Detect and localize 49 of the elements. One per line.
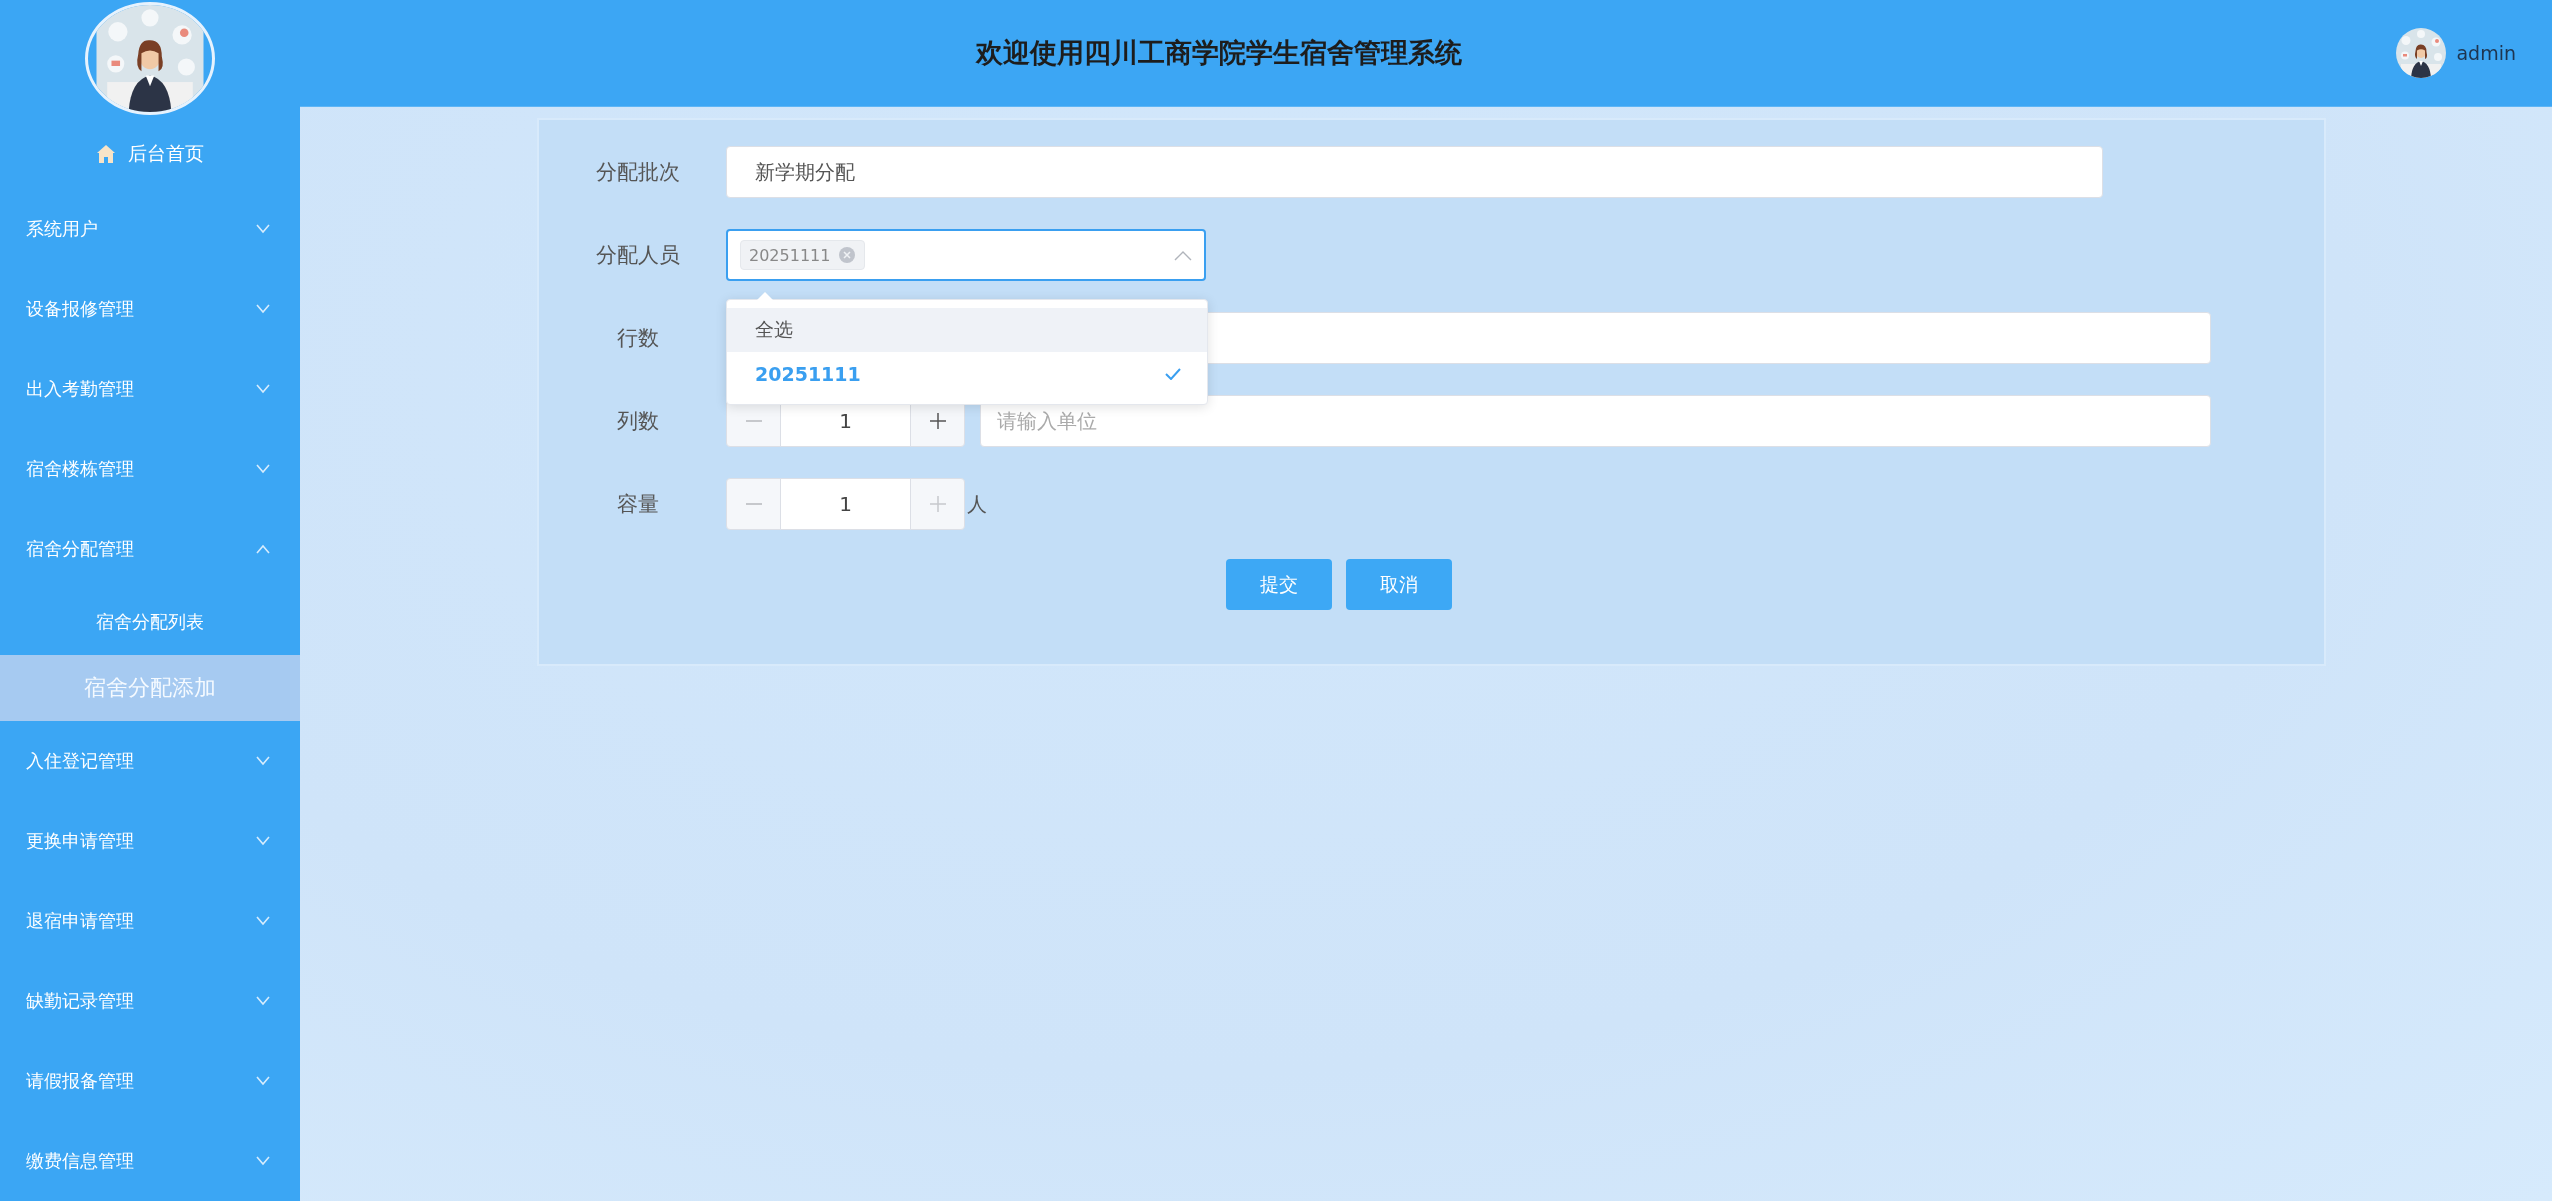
menu-item[interactable]: 宿舍分配管理 [0, 509, 300, 589]
check-icon [1165, 368, 1181, 380]
chevron-down-icon [256, 304, 270, 314]
chevron-down-icon [256, 756, 270, 766]
number-field[interactable]: 1 [781, 478, 910, 530]
unit-label: 人 [967, 490, 987, 518]
submenu-item[interactable]: 宿舍分配列表 [0, 589, 300, 655]
field-label: 分配批次 [594, 159, 681, 186]
field-label: 容量 [615, 491, 660, 518]
close-icon [838, 246, 857, 264]
field-label: 行数 [615, 325, 660, 352]
menu-item[interactable]: 退宿申请管理 [0, 881, 300, 961]
submenu-item[interactable]: 宿舍分配添加 [0, 655, 300, 721]
menu-item[interactable]: 系统用户 [0, 189, 300, 269]
dropdown-option[interactable]: 全选 [727, 308, 1207, 352]
form-button[interactable]: 提交 [1226, 559, 1332, 610]
page-title: 欢迎使用四川工商学院学生宿舍管理系统 [976, 36, 1462, 70]
field-label: 列数 [615, 408, 660, 435]
menu-item[interactable]: 请假报备管理 [0, 1041, 300, 1121]
dropdown-option[interactable]: 20251111 [727, 352, 1207, 396]
plus-icon [929, 496, 946, 512]
menu-item[interactable]: 缴费信息管理 [0, 1121, 300, 1201]
text-field[interactable]: 新学期分配 [726, 146, 2103, 198]
chevron-down-icon [256, 224, 270, 234]
field-label: 分配人员 [594, 242, 681, 269]
home-link[interactable]: 后台首页 [0, 119, 300, 189]
home-icon [96, 144, 116, 164]
chevron-down-icon [256, 836, 270, 846]
chevron-up-icon [1174, 249, 1192, 261]
chevron-down-icon [256, 1156, 270, 1166]
menu-item[interactable]: 缺勤记录管理 [0, 961, 300, 1041]
form-button[interactable]: 取消 [1346, 559, 1452, 610]
chevron-down-icon [256, 464, 270, 474]
unit-field[interactable]: 请输入单位 [980, 395, 2211, 447]
plus-icon [929, 413, 946, 429]
minus-icon [745, 503, 762, 505]
chevron-up-icon [256, 544, 270, 554]
chevron-down-icon [256, 916, 270, 926]
menu-item[interactable]: 入住登记管理 [0, 721, 300, 801]
menu-item[interactable]: 出入考勤管理 [0, 349, 300, 429]
chevron-down-icon [256, 996, 270, 1006]
selected-tag[interactable]: 20251111 [740, 240, 866, 270]
chevron-down-icon [256, 384, 270, 394]
menu-item[interactable]: 更换申请管理 [0, 801, 300, 881]
user-name[interactable]: admin [2456, 42, 2516, 64]
minus-icon [745, 420, 762, 422]
chevron-down-icon [256, 1076, 270, 1086]
menu-item[interactable]: 宿舍楼栋管理 [0, 429, 300, 509]
menu-item[interactable]: 设备报修管理 [0, 269, 300, 349]
